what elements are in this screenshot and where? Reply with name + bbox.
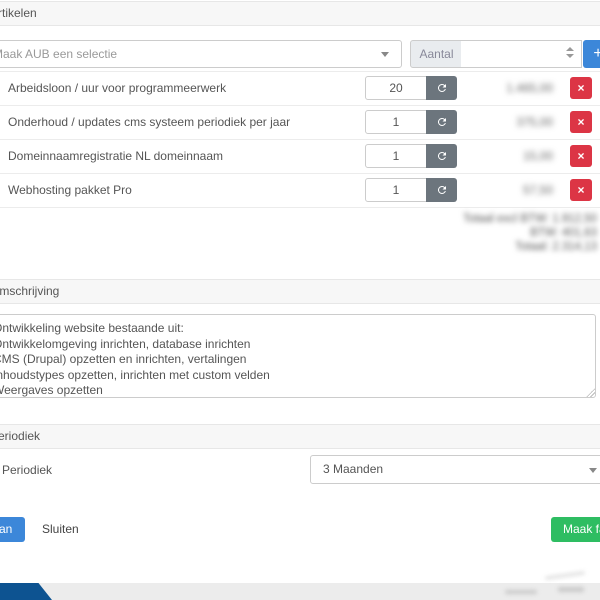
article-select-placeholder: Maak AUB een selectie: [0, 41, 117, 67]
description-textarea[interactable]: Ontwikkeling website bestaande uit: Ontw…: [0, 314, 596, 398]
blurred-nav-item: [545, 571, 585, 580]
page-backdrop: [0, 583, 600, 600]
row-quantity-input[interactable]: [365, 110, 427, 134]
table-row: Webhosting pakket Pro 57,50 ×: [0, 174, 600, 208]
close-icon: ×: [577, 81, 584, 95]
delete-row-button[interactable]: ×: [570, 179, 592, 201]
row-price: 375,00: [516, 106, 553, 138]
refresh-icon: [436, 82, 448, 94]
periodic-select[interactable]: 3 Maanden: [310, 455, 600, 484]
section-title: Periodiek: [0, 429, 40, 443]
invoice-modal: Artikelen Maak AUB een selectie Aantal +…: [0, 0, 600, 600]
blurred-nav-item: [558, 587, 584, 592]
table-row: Arbeidsloon / uur voor programmeerwerk 1…: [0, 71, 600, 106]
row-price: 57,50: [523, 174, 553, 206]
totals-line: BTW: 401,63: [463, 226, 597, 240]
delete-row-button[interactable]: ×: [570, 111, 592, 133]
close-icon: ×: [577, 149, 584, 163]
article-name: Webhosting pakket Pro: [8, 174, 132, 206]
section-header-periodiek: Periodiek: [0, 424, 600, 449]
refresh-price-button[interactable]: [426, 76, 457, 100]
section-title: Artikelen: [0, 6, 37, 20]
totals-line: Totaal excl BTW: 1.912,50: [463, 212, 597, 226]
section-header-artikelen: Artikelen: [0, 1, 600, 26]
periodic-label: Periodiek: [2, 463, 52, 477]
add-article-button[interactable]: +: [583, 40, 600, 68]
section-title: Omschrijving: [0, 284, 59, 298]
row-price: 15,00: [523, 140, 553, 172]
close-button[interactable]: Sluiten: [30, 517, 91, 542]
blurred-nav-item: [505, 590, 537, 594]
chevron-down-icon: [589, 468, 597, 473]
close-icon: ×: [577, 115, 584, 129]
delete-row-button[interactable]: ×: [570, 77, 592, 99]
totals-block: Totaal excl BTW: 1.912,50 BTW: 401,63 To…: [463, 212, 597, 254]
refresh-icon: [436, 150, 448, 162]
resize-handle[interactable]: [586, 388, 595, 397]
make-invoice-button[interactable]: Maak factuur: [551, 517, 600, 542]
article-name: Onderhoud / updates cms systeem periodie…: [8, 106, 290, 138]
article-name: Domeinnaamregistratie NL domeinnaam: [8, 140, 223, 172]
refresh-icon: [436, 184, 448, 196]
refresh-price-button[interactable]: [426, 110, 457, 134]
row-quantity-input[interactable]: [365, 76, 427, 100]
refresh-icon: [436, 116, 448, 128]
article-list: Arbeidsloon / uur voor programmeerwerk 1…: [0, 71, 600, 208]
article-select[interactable]: Maak AUB een selectie: [0, 40, 402, 68]
chevron-down-icon: [381, 52, 389, 57]
spinner-up-icon[interactable]: [566, 47, 574, 51]
spinner-down-icon[interactable]: [566, 54, 574, 58]
close-icon: ×: [577, 183, 584, 197]
row-price: 1.465,00: [506, 72, 553, 104]
row-quantity-input[interactable]: [365, 178, 427, 202]
table-row: Onderhoud / updates cms systeem periodie…: [0, 106, 600, 140]
save-button[interactable]: Opslaan: [0, 517, 25, 542]
periodic-select-value: 3 Maanden: [323, 456, 383, 483]
quantity-addon-label: Aantal: [410, 40, 463, 68]
refresh-price-button[interactable]: [426, 178, 457, 202]
table-row: Domeinnaamregistratie NL domeinnaam 15,0…: [0, 140, 600, 174]
row-quantity-input[interactable]: [365, 144, 427, 168]
refresh-price-button[interactable]: [426, 144, 457, 168]
delete-row-button[interactable]: ×: [570, 145, 592, 167]
navbar-logo-shape: [0, 583, 52, 600]
article-name: Arbeidsloon / uur voor programmeerwerk: [8, 72, 226, 104]
number-spinner[interactable]: [566, 47, 574, 58]
totals-line: Totaal: 2.314,13: [463, 240, 597, 254]
quantity-input[interactable]: [461, 40, 582, 68]
section-header-omschrijving: Omschrijving: [0, 279, 600, 304]
